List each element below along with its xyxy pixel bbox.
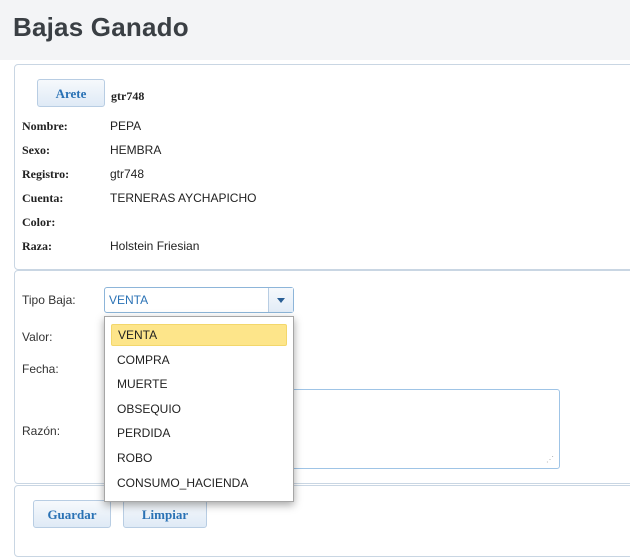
registro-value: gtr748	[110, 167, 145, 181]
color-label: Color:	[22, 215, 56, 229]
razon-label: Razón:	[22, 424, 61, 438]
chevron-down-icon[interactable]	[268, 288, 293, 312]
arete-value: gtr748	[111, 89, 145, 103]
arete-button[interactable]: Arete	[37, 79, 105, 107]
tipo-baja-dropdown-list: VENTA COMPRA MUERTE OBSEQUIO PERDIDA ROB…	[104, 316, 294, 502]
nombre-value: PEPA	[110, 119, 142, 133]
option-perdida[interactable]: PERDIDA	[111, 422, 287, 444]
option-venta[interactable]: VENTA	[111, 324, 287, 346]
resize-grip-icon[interactable]: ⋰	[546, 455, 554, 464]
valor-label: Valor:	[22, 330, 53, 344]
sexo-label: Sexo:	[22, 143, 50, 157]
registro-label: Registro:	[22, 167, 70, 181]
option-compra[interactable]: COMPRA	[111, 349, 287, 371]
nombre-label: Nombre:	[22, 119, 68, 133]
option-obsequio[interactable]: OBSEQUIO	[111, 398, 287, 420]
cuenta-value: TERNERAS AYCHAPICHO	[110, 191, 257, 205]
sexo-value: HEMBRA	[110, 143, 162, 157]
raza-value: Holstein Friesian	[110, 239, 200, 253]
animal-info-panel	[14, 64, 630, 270]
page-header: Bajas Ganado	[0, 0, 630, 60]
option-consumo-hacienda[interactable]: CONSUMO_HACIENDA	[111, 472, 287, 494]
raza-label: Raza:	[22, 239, 52, 253]
cuenta-label: Cuenta:	[22, 191, 64, 205]
clear-button[interactable]: Limpiar	[123, 500, 207, 528]
save-button[interactable]: Guardar	[33, 500, 111, 528]
fecha-label: Fecha:	[22, 362, 59, 376]
tipo-baja-label: Tipo Baja:	[22, 293, 76, 307]
option-muerte[interactable]: MUERTE	[111, 373, 287, 395]
tipo-baja-selected: VENTA	[109, 293, 149, 307]
page-title: Bajas Ganado	[13, 12, 189, 42]
tipo-baja-select[interactable]: VENTA	[104, 287, 294, 313]
option-robo[interactable]: ROBO	[111, 447, 287, 469]
